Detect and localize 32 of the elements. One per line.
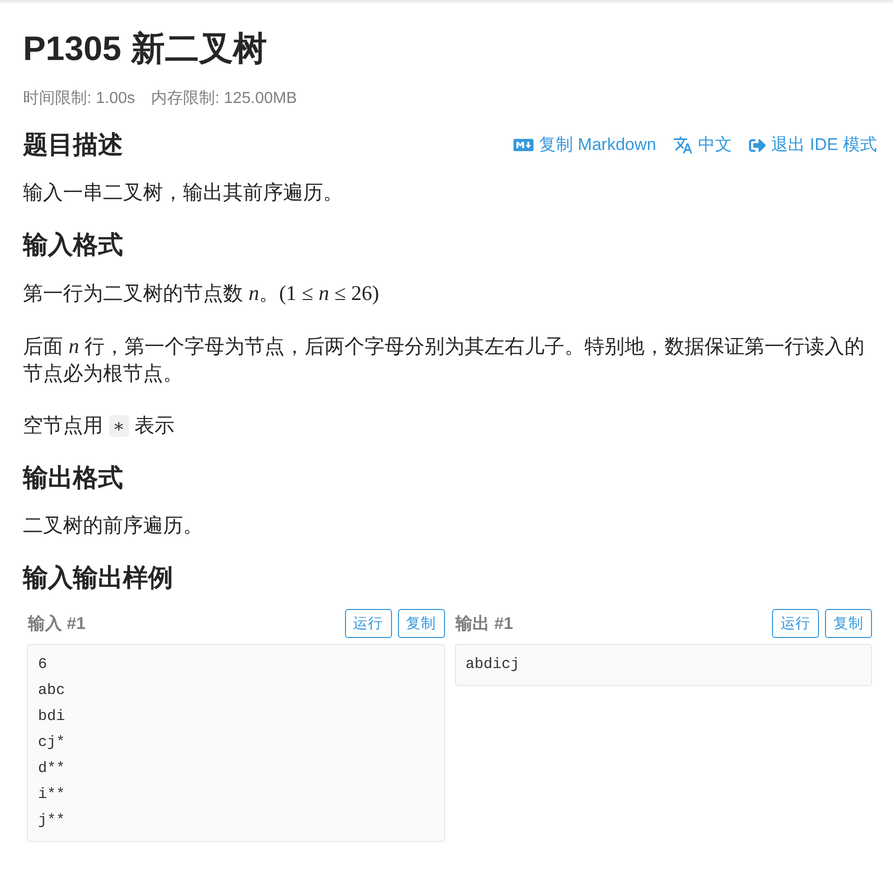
- run-button[interactable]: 运行: [344, 609, 392, 638]
- code-line: abdicj: [466, 655, 521, 675]
- paragraph: 第一行为二叉树的节点数 n。(1 ≤ n ≤ 26): [23, 280, 380, 307]
- code-line: bdi: [38, 707, 66, 727]
- code-line: abc: [38, 681, 66, 701]
- section-heading: 输入输出样例: [23, 563, 173, 593]
- sample-title: 输出 #1: [454, 613, 514, 635]
- section-heading: 输出格式: [23, 463, 123, 493]
- action-link[interactable]: 中文: [673, 133, 732, 157]
- paragraph: 后面 n 行，第一个字母为节点，后两个字母分别为其左右儿子。特别地，数据保证第一行读入的节点必为根节点。: [23, 333, 866, 387]
- translate-icon: [673, 135, 694, 155]
- code-line: 6: [38, 655, 48, 675]
- limit-text: 时间限制: 1.00s: [23, 88, 136, 109]
- copy-button[interactable]: 复制: [398, 609, 444, 638]
- exit-icon: [749, 136, 766, 154]
- code-line: cj*: [38, 733, 66, 753]
- paragraph: 空节点用 ∗ 表示: [23, 414, 176, 439]
- sample-title: 输入 #1: [27, 613, 86, 635]
- problem-title: P1305 新二叉树: [23, 29, 268, 70]
- action-link[interactable]: 退出 IDE 模式: [749, 133, 877, 157]
- limit-text: 内存限制: 125.00MB: [151, 88, 297, 109]
- paragraph: 输入一串二叉树，输出其前序遍历。: [23, 181, 344, 206]
- copy-button[interactable]: 复制: [825, 609, 872, 638]
- code-line: i**: [38, 785, 66, 805]
- action-link[interactable]: 复制 Markdown: [513, 133, 656, 157]
- code-line: j**: [38, 811, 66, 831]
- section-heading: 输入格式: [23, 230, 123, 260]
- paragraph: 二叉树的前序遍历。: [23, 514, 204, 539]
- run-button[interactable]: 运行: [772, 609, 819, 638]
- markdown-icon: [513, 137, 534, 153]
- code-line: d**: [38, 759, 66, 779]
- section-heading: 题目描述: [23, 130, 123, 160]
